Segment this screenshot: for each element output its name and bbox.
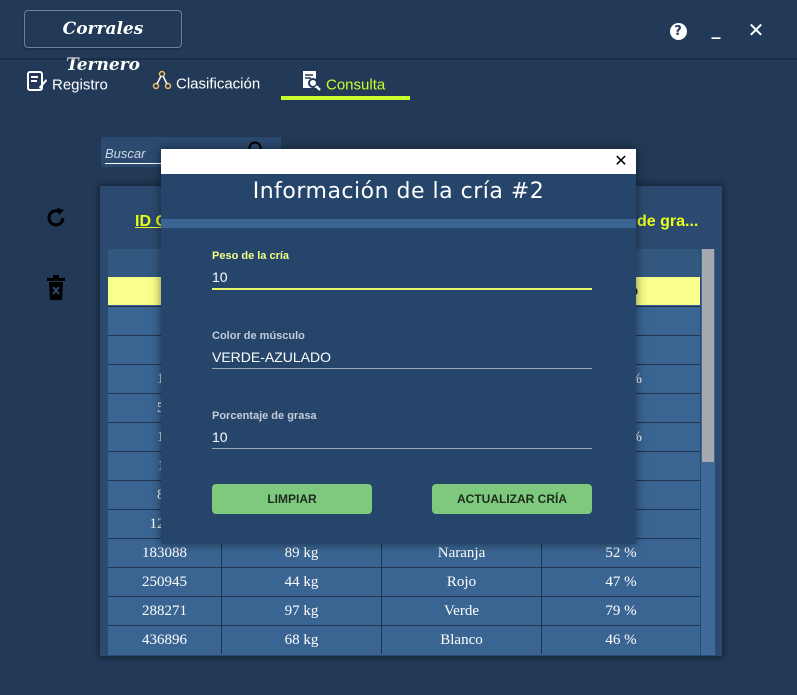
delete-icon[interactable] bbox=[45, 275, 67, 305]
refresh-icon[interactable] bbox=[44, 206, 68, 234]
help-icon: ? bbox=[669, 23, 687, 40]
cell-peso: 68 kg bbox=[222, 626, 382, 654]
cell-peso: 44 kg bbox=[222, 568, 382, 596]
dialog-close-button[interactable]: ✕ bbox=[612, 152, 630, 170]
peso-input[interactable]: 10 bbox=[212, 266, 592, 290]
scrollbar-thumb[interactable] bbox=[702, 249, 714, 462]
color-field: Color de músculo VERDE-AZULADO bbox=[212, 330, 592, 369]
table-row[interactable]: 288271 97 kg Verde 79 % bbox=[108, 596, 700, 625]
title-bar: Corrales Ternero ? _ ✕ bbox=[0, 0, 797, 75]
cell-id: 436896 bbox=[108, 626, 222, 654]
cell-id: 250945 bbox=[108, 568, 222, 596]
grasa-field: Porcentaje de grasa 10 bbox=[212, 410, 592, 449]
dialog-title-bar: ✕ bbox=[161, 149, 636, 174]
dialog-title: Información de la cría #2 bbox=[252, 179, 545, 204]
peso-label: Peso de la cría bbox=[212, 250, 290, 262]
help-button[interactable]: ? bbox=[666, 18, 690, 42]
tab-registro-label: Registro bbox=[52, 76, 108, 94]
app-title: Corrales Ternero bbox=[24, 10, 182, 75]
cell-grasa: 47 % bbox=[605, 574, 637, 590]
tab-clasificacion[interactable]: Clasificación bbox=[152, 70, 260, 102]
table-scrollbar[interactable] bbox=[701, 249, 715, 655]
cell-id: 288271 bbox=[108, 597, 222, 625]
cell-color: Rojo bbox=[382, 568, 542, 596]
column-title-grasa: de gra... bbox=[637, 213, 699, 230]
update-button[interactable]: ACTUALIZAR CRÍA bbox=[432, 484, 592, 514]
table-row[interactable]: 250945 44 kg Rojo 47 % bbox=[108, 567, 700, 596]
active-tab-indicator bbox=[281, 96, 410, 100]
dialog-divider bbox=[161, 219, 636, 228]
table-row[interactable]: 436896 68 kg Blanco 46 % bbox=[108, 625, 700, 654]
color-input[interactable]: VERDE-AZULADO bbox=[212, 346, 592, 369]
cell-grasa: 46 % bbox=[605, 632, 637, 648]
tree-icon bbox=[152, 70, 172, 99]
cell-color: Verde bbox=[382, 597, 542, 625]
tab-registro[interactable]: Registro bbox=[26, 70, 108, 102]
clear-button[interactable]: LIMPIAR bbox=[212, 484, 372, 514]
tab-consulta-label: Consulta bbox=[326, 76, 386, 94]
cell-peso: 97 kg bbox=[222, 597, 382, 625]
cell-grasa: 79 % bbox=[605, 603, 637, 619]
color-label: Color de músculo bbox=[212, 330, 305, 342]
grasa-input[interactable]: 10 bbox=[212, 426, 592, 449]
tab-clasificacion-label: Clasificación bbox=[176, 75, 261, 93]
edit-calf-dialog: ✕ Información de la cría #2 Peso de la c… bbox=[161, 149, 636, 544]
peso-field: Peso de la cría 10 bbox=[212, 250, 592, 290]
grasa-label: Porcentaje de grasa bbox=[212, 410, 317, 422]
minimize-button[interactable]: _ bbox=[704, 18, 728, 42]
title-divider bbox=[0, 58, 797, 60]
cell-color: Blanco bbox=[382, 626, 542, 654]
edit-form-icon bbox=[26, 70, 48, 101]
close-button[interactable]: ✕ bbox=[744, 18, 768, 42]
